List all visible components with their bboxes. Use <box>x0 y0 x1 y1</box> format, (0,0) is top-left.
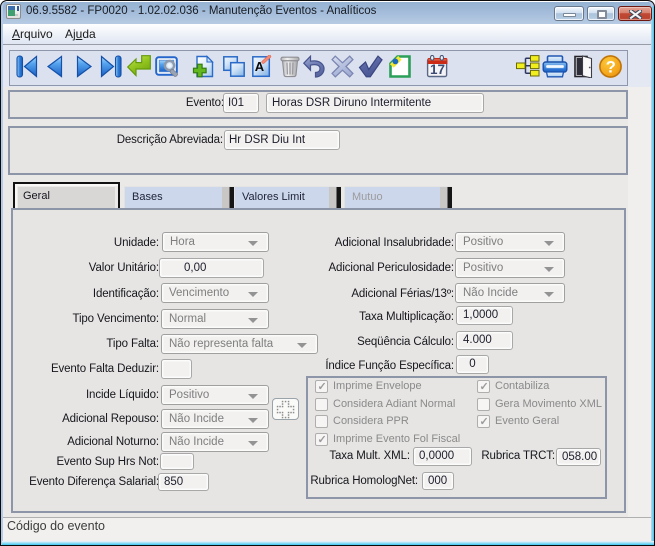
svg-text:?: ? <box>606 59 616 77</box>
svg-text:17: 17 <box>430 62 445 77</box>
